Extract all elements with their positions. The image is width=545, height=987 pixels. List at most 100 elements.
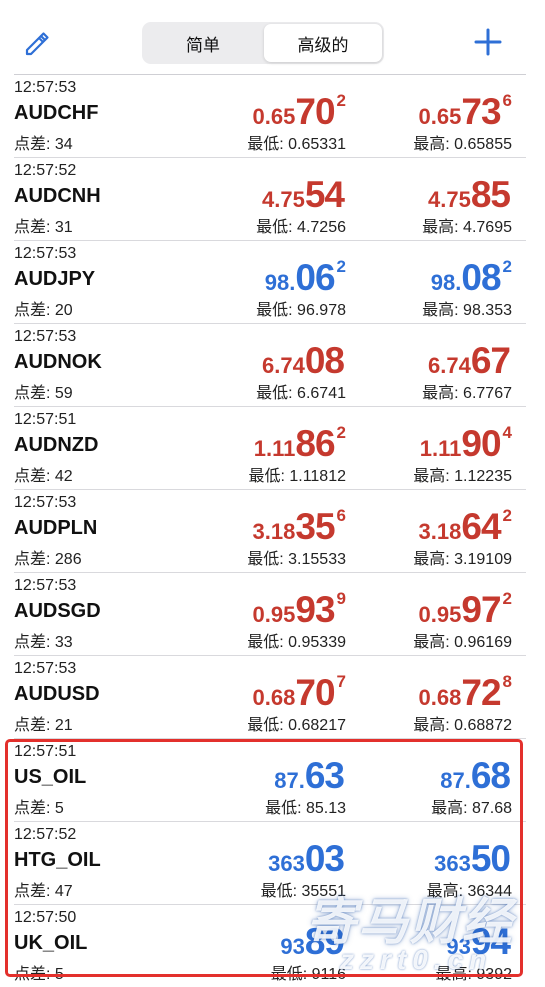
daily-high: 最高: 0.68872 <box>413 717 512 734</box>
quote-row[interactable]: 12:57:53 AUDSGD 点差: 33 0.9593 9 0.9597 2 最… <box>14 572 526 655</box>
quote-row[interactable]: 12:57:51 AUDNZD 点差: 42 1.1186 2 1.1190 4 最… <box>14 406 526 489</box>
quote-row[interactable]: 12:57:53 AUDUSD 点差: 21 0.6870 7 0.6872 8 最… <box>14 655 526 738</box>
daily-low: 最低: 3.15533 <box>247 551 346 568</box>
quote-row[interactable]: 12:57:52 AUDCNH 点差: 31 4.7554 4.7585 最低:… <box>14 157 526 240</box>
ask-price-pips: 85 <box>470 174 511 215</box>
ask-price-fraction: 2 <box>502 506 512 525</box>
bid-price[interactable]: 9389 <box>280 921 346 963</box>
bid-price[interactable]: 98.06 2 <box>265 257 346 299</box>
ask-price-prefix: 98. <box>430 270 462 295</box>
symbol-name: AUDUSD <box>14 683 100 705</box>
tab-simple[interactable]: 简单 <box>144 24 262 62</box>
spread-value: 点差: 31 <box>14 219 73 236</box>
quote-row[interactable]: 12:57:50 UK_OIL 点差: 5 9389 9394 最低: 9116… <box>14 904 526 987</box>
quote-row[interactable]: 12:57:53 AUDPLN 点差: 286 3.1835 6 3.1864 2 … <box>14 489 526 572</box>
symbol-name: UK_OIL <box>14 932 88 954</box>
bid-price[interactable]: 0.6570 2 <box>253 91 346 133</box>
bid-price-pips: 93 <box>295 589 335 630</box>
ask-price[interactable]: 0.6872 8 <box>419 672 512 714</box>
bid-price-fraction: 2 <box>336 257 346 276</box>
quote-row[interactable]: 12:57:51 US_OIL 点差: 5 87.63 87.68 最低: 85… <box>14 738 526 821</box>
symbol-name: AUDPLN <box>14 517 98 539</box>
daily-low: 最低: 35551 <box>260 883 346 900</box>
bid-price-prefix: 1.11 <box>253 436 296 461</box>
spread-value: 点差: 42 <box>14 468 73 485</box>
bid-price-pips: 89 <box>304 921 345 962</box>
bid-price-fraction: 2 <box>336 91 346 110</box>
bid-price[interactable]: 1.1186 2 <box>254 423 346 465</box>
ask-price[interactable]: 98.08 2 <box>431 257 512 299</box>
symbol-name: AUDCHF <box>14 102 99 124</box>
bid-price-fraction: 9 <box>336 589 346 608</box>
quote-row[interactable]: 12:57:53 AUDNOK 点差: 59 6.7408 6.7467 最低:… <box>14 323 526 406</box>
daily-low: 最低: 96.978 <box>256 302 346 319</box>
quote-row[interactable]: 12:57:52 HTG_OIL 点差: 47 36303 36350 最低: … <box>14 821 526 904</box>
daily-low: 最低: 4.7256 <box>256 219 346 236</box>
daily-high: 最高: 87.68 <box>431 800 512 817</box>
quote-time: 12:57:51 <box>14 743 77 760</box>
daily-low: 最低: 0.95339 <box>247 634 346 651</box>
bid-price-prefix: 87. <box>274 768 305 793</box>
quote-list: 12:57:53 AUDCHF 点差: 34 0.6570 2 0.6573 6 最… <box>0 74 545 987</box>
spread-value: 点差: 47 <box>14 883 73 900</box>
symbol-name: US_OIL <box>14 766 87 788</box>
symbol-name: AUDNOK <box>14 351 102 373</box>
daily-low: 最低: 0.65331 <box>247 136 346 153</box>
ask-price[interactable]: 1.1190 4 <box>420 423 512 465</box>
bid-price[interactable]: 6.7408 <box>262 340 346 382</box>
ask-price[interactable]: 4.7585 <box>428 174 512 216</box>
ask-price-pips: 72 <box>461 672 501 713</box>
bid-price-pips: 06 <box>295 257 335 298</box>
bid-price[interactable]: 0.6870 7 <box>253 672 346 714</box>
bid-price-pips: 54 <box>304 174 345 215</box>
bid-price-prefix: 6.74 <box>262 353 305 378</box>
edit-button[interactable] <box>22 28 52 58</box>
bid-price-prefix: 3.18 <box>252 519 296 544</box>
ask-price[interactable]: 36350 <box>434 838 512 880</box>
ask-price[interactable]: 87.68 <box>440 755 512 797</box>
bid-price[interactable]: 87.63 <box>274 755 346 797</box>
spread-value: 点差: 5 <box>14 966 64 983</box>
bid-price-prefix: 98. <box>264 270 296 295</box>
symbol-name: AUDCNH <box>14 185 101 207</box>
top-bar: 简单 高级的 <box>0 0 545 74</box>
plus-icon <box>474 28 502 56</box>
add-symbol-button[interactable] <box>472 26 504 58</box>
bid-price-prefix: 0.95 <box>252 602 296 627</box>
daily-low: 最低: 6.6741 <box>256 385 346 402</box>
quote-time: 12:57:53 <box>14 660 77 677</box>
spread-value: 点差: 286 <box>14 551 82 568</box>
daily-high: 最高: 0.65855 <box>413 136 512 153</box>
ask-price-pips: 73 <box>461 91 501 132</box>
bid-price[interactable]: 4.7554 <box>262 174 346 216</box>
ask-price-prefix: 87. <box>440 768 471 793</box>
ask-price[interactable]: 3.1864 2 <box>419 506 512 548</box>
ask-price[interactable]: 0.6573 6 <box>419 91 512 133</box>
bid-price[interactable]: 3.1835 6 <box>253 506 346 548</box>
ask-price[interactable]: 9394 <box>446 921 512 963</box>
bid-price-fraction: 6 <box>336 506 346 525</box>
daily-high: 最高: 98.353 <box>422 302 512 319</box>
bid-price-prefix: 0.65 <box>252 104 296 129</box>
ask-price[interactable]: 0.9597 2 <box>419 589 512 631</box>
ask-price-prefix: 0.65 <box>418 104 462 129</box>
bid-price-pips: 70 <box>295 672 335 713</box>
ask-price-pips: 67 <box>470 340 511 381</box>
bid-price[interactable]: 36303 <box>268 838 346 880</box>
bid-price-pips: 35 <box>295 506 335 547</box>
ask-price-pips: 94 <box>470 921 511 962</box>
ask-price-prefix: 4.75 <box>428 187 471 212</box>
quote-time: 12:57:50 <box>14 909 77 926</box>
bid-price[interactable]: 0.9593 9 <box>253 589 346 631</box>
quote-time: 12:57:53 <box>14 245 77 262</box>
ask-price[interactable]: 6.7467 <box>428 340 512 382</box>
tab-advanced[interactable]: 高级的 <box>264 24 382 62</box>
quote-time: 12:57:52 <box>14 826 77 843</box>
quote-row[interactable]: 12:57:53 AUDJPY 点差: 20 98.06 2 98.08 2 最低:… <box>14 240 526 323</box>
symbol-name: AUDJPY <box>14 268 96 290</box>
quote-time: 12:57:53 <box>14 79 77 96</box>
bid-price-pips: 03 <box>304 838 345 879</box>
quote-row[interactable]: 12:57:53 AUDCHF 点差: 34 0.6570 2 0.6573 6 最… <box>14 74 526 157</box>
daily-low: 最低: 1.11812 <box>248 468 346 485</box>
spread-value: 点差: 33 <box>14 634 73 651</box>
